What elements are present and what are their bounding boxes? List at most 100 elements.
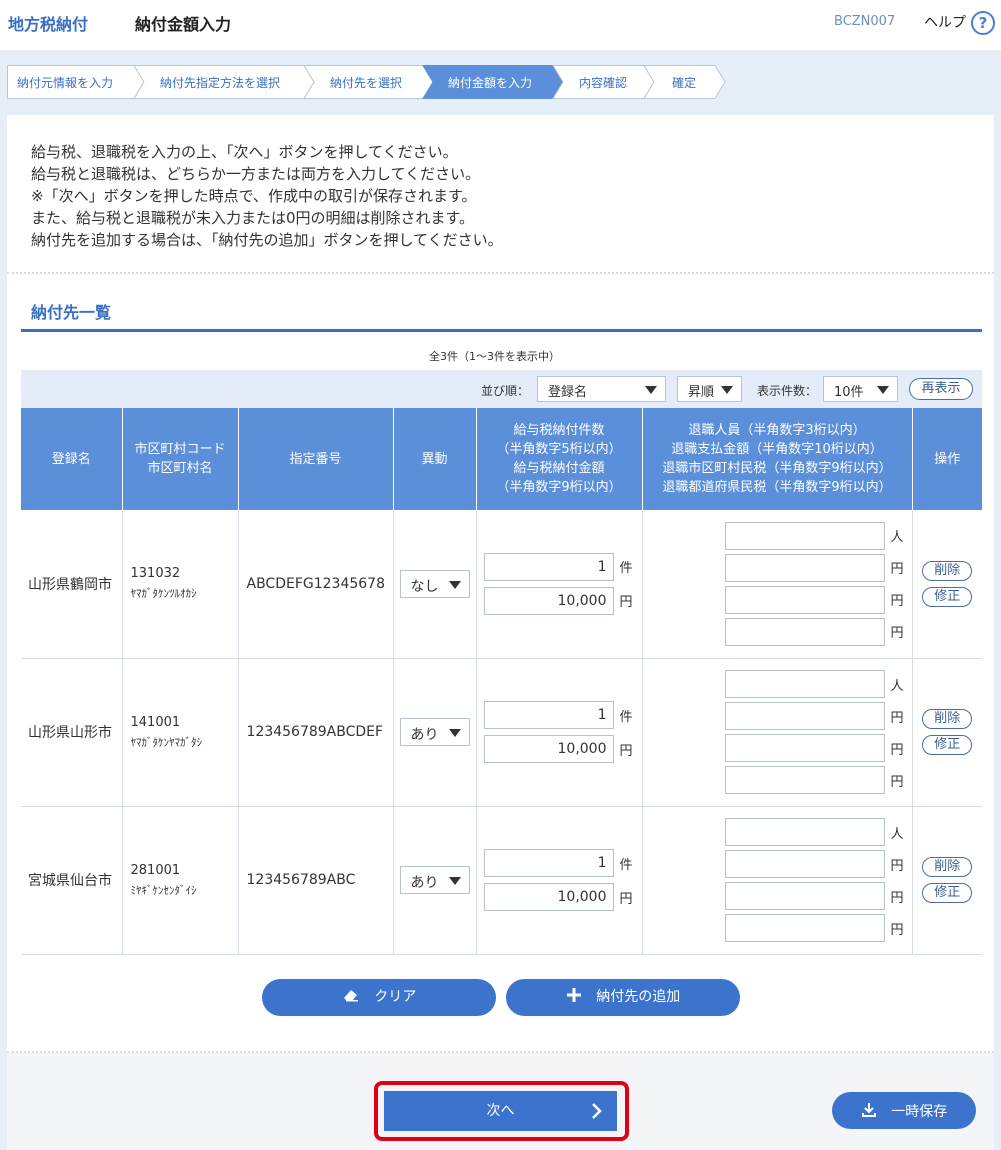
plus-icon xyxy=(566,979,582,1016)
row-city-kana: ﾔﾏｶﾞﾀｹﾝﾔﾏｶﾞﾀｼ xyxy=(130,735,203,749)
clear-button[interactable]: クリア xyxy=(262,979,496,1016)
chevron-right-icon xyxy=(591,1091,603,1146)
chevron-down-icon xyxy=(448,729,461,737)
col-number: 指定番号 xyxy=(238,408,394,510)
row-name: 宮城県仙台市 xyxy=(21,806,123,955)
edit-button[interactable]: 修正 xyxy=(922,883,973,903)
col-salary-line: （半角数字9桁以内） xyxy=(496,480,622,495)
step-5: 内容確認 xyxy=(579,76,628,90)
delete-button[interactable]: 削除 xyxy=(922,709,973,729)
row-move-cell: あり xyxy=(393,658,477,807)
salary-amount-input[interactable]: 10,000 xyxy=(483,586,614,615)
row-city-code: 281001 xyxy=(130,862,181,878)
per-page-select[interactable]: 10件 xyxy=(823,376,898,402)
edit-button[interactable]: 修正 xyxy=(922,586,973,607)
salary-count-input[interactable]: 1 xyxy=(483,701,614,729)
step-indicator: 納付元情報を入力 納付先指定方法を選択 納付先を選択 納付金額を入力 内容確認 … xyxy=(7,65,727,99)
next-button-label: 次へ xyxy=(486,1103,515,1119)
delete-button[interactable]: 削除 xyxy=(922,560,973,581)
salary-amount-input[interactable]: 10,000 xyxy=(483,735,614,763)
unit-yen: 円 xyxy=(890,890,904,906)
unit-yen: 円 xyxy=(619,595,633,611)
unit-yen: 円 xyxy=(619,743,633,759)
order-select[interactable]: 昇順 xyxy=(677,376,742,402)
sort-select[interactable]: 登録名 xyxy=(537,376,666,402)
unit-yen: 円 xyxy=(890,858,904,874)
payee-table: 登録名 市区町村コード 市区町村名 指定番号 異動 給与税納付件数 （半角数字5… xyxy=(21,408,982,955)
retire-payment-input[interactable] xyxy=(724,702,885,730)
row-city-kana: ﾐﾔｷﾞｹﾝｾﾝﾀﾞｲｼ xyxy=(130,883,197,897)
app-title[interactable]: 地方税納付 xyxy=(8,11,88,35)
unit-yen: 円 xyxy=(890,626,904,642)
step-6: 確定 xyxy=(672,76,697,90)
add-payee-button-label: 納付先の追加 xyxy=(596,989,681,1005)
row-number: 123456789ABC xyxy=(238,806,394,955)
row-retire-cell: 人 円 円 円 xyxy=(642,510,913,659)
col-city: 市区町村コード 市区町村名 xyxy=(122,408,239,510)
step-1: 納付元情報を入力 xyxy=(17,76,114,90)
retire-persons-input[interactable] xyxy=(724,521,885,550)
retire-pref-tax-input[interactable] xyxy=(724,617,885,646)
order-select-value: 昇順 xyxy=(688,385,715,400)
edit-button[interactable]: 修正 xyxy=(922,735,973,755)
instruction-line: 納付先を追加する場合は、「納付先の追加」ボタンを押してください。 xyxy=(31,231,503,249)
page-title: 納付金額入力 xyxy=(135,15,232,34)
clear-button-label: クリア xyxy=(374,989,417,1005)
next-button[interactable]: 次へ xyxy=(384,1091,617,1131)
instruction-line: 給与税と退職税は、どちらか一方または両方を入力してください。 xyxy=(31,165,481,183)
move-select-value: なし xyxy=(410,578,439,595)
retire-pref-tax-input[interactable] xyxy=(724,914,885,942)
retire-city-tax-input[interactable] xyxy=(724,585,885,614)
col-salary-line: （半角数字5桁以内） xyxy=(496,442,622,457)
temp-save-button[interactable]: 一時保存 xyxy=(832,1092,976,1129)
unit-person: 人 xyxy=(890,826,904,842)
col-city-name: 市区町村名 xyxy=(147,461,213,476)
chevron-down-icon xyxy=(448,580,461,589)
step-4: 納付金額を入力 xyxy=(448,76,533,90)
help-icon[interactable]: ? xyxy=(971,11,995,35)
eraser-icon xyxy=(342,979,360,1016)
add-payee-button[interactable]: 納付先の追加 xyxy=(506,979,740,1016)
salary-amount-input[interactable]: 10,000 xyxy=(483,883,614,911)
unit-yen: 円 xyxy=(890,774,904,790)
retire-city-tax-input[interactable] xyxy=(724,882,885,910)
main-panel: 給与税、退職税を入力の上、「次へ」ボタンを押してください。 給与税と退職税は、ど… xyxy=(7,115,994,1150)
row-city: 141001 ﾔﾏｶﾞﾀｹﾝﾔﾏｶﾞﾀｼ xyxy=(122,658,239,807)
retire-city-tax-input[interactable] xyxy=(724,734,885,762)
unit-count: 件 xyxy=(619,709,633,725)
col-salary-line: 給与税納付件数 xyxy=(513,423,605,438)
unit-yen: 円 xyxy=(890,742,904,758)
col-retire: 退職人員（半角数字3桁以内） 退職支払金額（半角数字10桁以内） 退職市区町村民… xyxy=(642,408,913,510)
col-salary: 給与税納付件数 （半角数字5桁以内） 給与税納付金額 （半角数字9桁以内） xyxy=(476,408,643,510)
unit-yen: 円 xyxy=(890,922,904,938)
salary-count-input[interactable]: 1 xyxy=(483,849,614,877)
col-retire-line: 退職支払金額（半角数字10桁以内） xyxy=(671,442,883,457)
retire-payment-input[interactable] xyxy=(724,850,885,878)
row-move-cell: なし xyxy=(393,510,477,659)
delete-button[interactable]: 削除 xyxy=(922,857,973,877)
chevron-down-icon xyxy=(877,386,889,394)
move-select[interactable]: なし xyxy=(399,569,470,598)
retire-persons-input[interactable] xyxy=(724,818,885,846)
redisplay-button[interactable]: 再表示 xyxy=(909,378,973,400)
retire-payment-input[interactable] xyxy=(724,553,885,582)
row-retire-cell: 人 円 円 円 xyxy=(642,806,913,955)
col-salary-line: 給与税納付金額 xyxy=(513,461,605,476)
salary-count-input[interactable]: 1 xyxy=(483,552,614,581)
unit-yen: 円 xyxy=(890,562,904,578)
help-link[interactable]: ヘルプ xyxy=(924,12,966,32)
row-salary-cell: 1 件 10,000 円 xyxy=(476,510,643,659)
unit-count: 件 xyxy=(619,561,633,577)
unit-yen: 円 xyxy=(890,710,904,726)
app-header: 地方税納付 納付金額入力 BCZN007 ヘルプ ? xyxy=(0,0,1001,50)
row-ops-cell: 削除 修正 xyxy=(912,658,982,807)
retire-pref-tax-input[interactable] xyxy=(724,766,885,794)
retire-persons-input[interactable] xyxy=(724,670,885,698)
move-select[interactable]: あり xyxy=(399,866,470,894)
move-select[interactable]: あり xyxy=(399,718,470,746)
chevron-down-icon xyxy=(721,386,733,394)
table-row: 山形県鶴岡市 131032 ﾔﾏｶﾞﾀｹﾝﾂﾙｵｶｼ ABCDEFG123456… xyxy=(21,510,982,659)
row-number: ABCDEFG12345678 xyxy=(238,510,394,659)
row-name: 山形県山形市 xyxy=(21,658,123,807)
instruction-line: また、給与税と退職税が未入力または0円の明細は削除されます。 xyxy=(31,209,475,227)
